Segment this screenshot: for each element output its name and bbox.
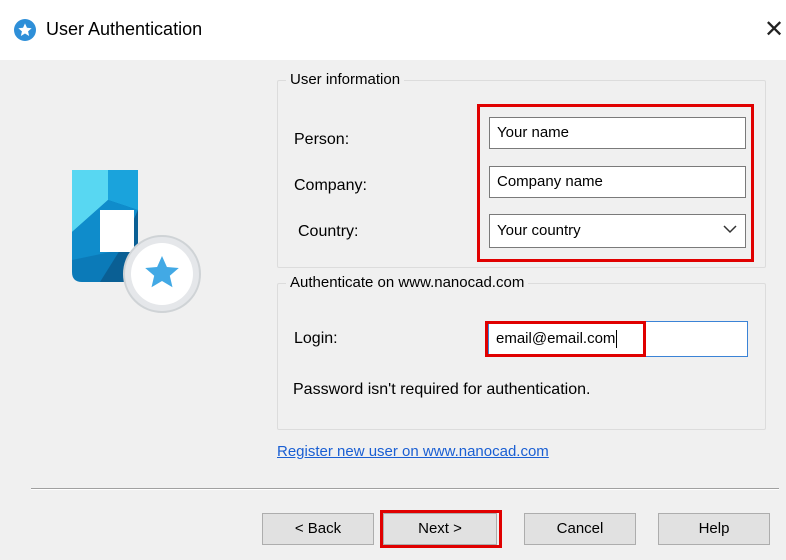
app-star-icon	[14, 19, 36, 41]
login-highlight	[485, 321, 646, 357]
password-note: Password isn't required for authenticati…	[293, 381, 591, 398]
help-button[interactable]: Help	[658, 513, 770, 545]
nanocad-logo-icon	[72, 170, 201, 313]
window-title: User Authentication	[46, 19, 203, 39]
authenticate-title: Authenticate on www.nanocad.com	[286, 274, 529, 292]
cancel-button[interactable]: Cancel	[524, 513, 636, 545]
login-label: Login:	[294, 330, 338, 347]
company-label: Company:	[294, 177, 367, 194]
title-bar: User Authentication ✕	[0, 0, 786, 60]
person-label: Person:	[294, 131, 350, 148]
user-information-title: User information	[286, 71, 405, 89]
register-link[interactable]: Register new user on www.nanocad.com	[277, 443, 549, 461]
back-button[interactable]: < Back	[262, 513, 374, 545]
user-fields-highlight	[477, 104, 754, 262]
next-button-highlight	[380, 510, 502, 548]
country-label: Country:	[298, 223, 359, 240]
close-icon[interactable]: ✕	[762, 14, 786, 44]
separator	[31, 488, 779, 490]
